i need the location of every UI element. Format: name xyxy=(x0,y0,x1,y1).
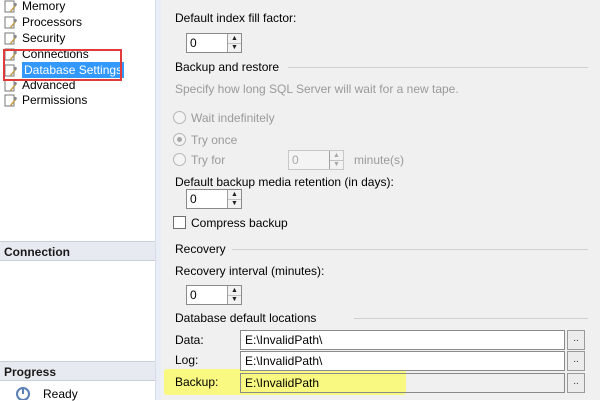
spin-up-icon[interactable]: ▲ xyxy=(330,151,343,160)
sidebar-item-memory[interactable]: Memory xyxy=(4,0,65,14)
wrench-page-icon xyxy=(4,94,17,106)
backup-restore-description: Specify how long SQL Server will wait fo… xyxy=(175,82,459,96)
data-location-label: Data: xyxy=(175,333,204,347)
progress-ready-icon xyxy=(16,387,30,400)
spin-up-icon[interactable]: ▲ xyxy=(228,34,241,43)
recovery-interval-value[interactable]: 0 xyxy=(187,286,227,304)
progress-section-header: Progress xyxy=(0,361,155,381)
log-location-field[interactable]: E:\InvalidPath\ xyxy=(240,351,565,371)
compress-backup-label: Compress backup xyxy=(191,216,288,230)
sidebar-item-label: Advanced xyxy=(22,78,76,92)
sidebar-item-security[interactable]: Security xyxy=(4,30,65,46)
retention-value[interactable]: 0 xyxy=(187,190,227,208)
sidebar-item-label: Database Settings xyxy=(22,62,125,78)
wrench-page-icon xyxy=(4,16,17,28)
spin-down-icon[interactable]: ▼ xyxy=(330,159,343,170)
spin-up-icon[interactable]: ▲ xyxy=(228,286,241,295)
try-for-radio[interactable] xyxy=(173,153,186,166)
fill-factor-label: Default index fill factor: xyxy=(175,11,297,25)
try-for-stepper[interactable]: 0 ▲ ▼ xyxy=(288,150,344,170)
log-location-label: Log: xyxy=(175,353,199,367)
try-once-label: Try once xyxy=(191,133,238,147)
recovery-header: Recovery xyxy=(175,242,226,256)
group-divider xyxy=(288,67,588,68)
compress-backup-checkbox[interactable] xyxy=(173,216,186,229)
spin-up-icon[interactable]: ▲ xyxy=(228,190,241,199)
group-divider xyxy=(354,318,588,319)
progress-status: Ready xyxy=(43,387,78,401)
spin-down-icon[interactable]: ▼ xyxy=(228,42,241,53)
retention-label: Default backup media retention (in days)… xyxy=(175,175,394,189)
backup-restore-header: Backup and restore xyxy=(175,60,280,74)
spin-down-icon[interactable]: ▼ xyxy=(228,198,241,209)
backup-browse-button[interactable]: .. xyxy=(567,373,585,393)
locations-header: Database default locations xyxy=(175,311,317,325)
recovery-interval-stepper[interactable]: 0 ▲ ▼ xyxy=(186,285,242,305)
try-for-unit: minute(s) xyxy=(354,153,405,167)
sidebar-item-advanced[interactable]: Advanced xyxy=(4,77,75,93)
wrench-page-icon xyxy=(4,48,17,60)
wrench-page-icon xyxy=(4,79,17,91)
sidebar-item-processors[interactable]: Processors xyxy=(4,14,82,30)
data-browse-button[interactable]: .. xyxy=(567,330,585,350)
wait-indefinitely-label: Wait indefinitely xyxy=(191,111,275,125)
retention-stepper[interactable]: 0 ▲ ▼ xyxy=(186,189,242,209)
log-browse-button[interactable]: .. xyxy=(567,351,585,371)
group-divider xyxy=(232,249,588,250)
sidebar-item-label: Connections xyxy=(22,47,89,61)
fill-factor-stepper[interactable]: 0 ▲ ▼ xyxy=(186,33,242,53)
data-location-field[interactable]: E:\InvalidPath\ xyxy=(240,330,565,350)
sidebar-item-connections[interactable]: Connections xyxy=(4,46,89,62)
fill-factor-value[interactable]: 0 xyxy=(187,34,227,52)
backup-location-field[interactable]: E:\InvalidPath xyxy=(240,373,565,393)
wrench-page-icon xyxy=(4,0,17,12)
sidebar-item-permissions[interactable]: Permissions xyxy=(4,92,87,108)
backup-location-label: Backup: xyxy=(175,375,219,389)
wrench-page-icon xyxy=(4,32,17,44)
spin-down-icon[interactable]: ▼ xyxy=(228,294,241,305)
wait-indefinitely-radio[interactable] xyxy=(173,111,186,124)
try-for-label: Try for xyxy=(191,153,226,167)
sidebar-item-label: Memory xyxy=(22,0,66,13)
wrench-page-icon xyxy=(4,64,17,76)
try-once-radio[interactable] xyxy=(173,133,186,146)
recovery-interval-label: Recovery interval (minutes): xyxy=(175,264,325,278)
sidebar-item-label: Processors xyxy=(22,15,83,29)
sidebar-item-label: Permissions xyxy=(22,93,88,107)
try-for-value[interactable]: 0 xyxy=(289,151,329,169)
settings-sidebar: Memory Processors Security Connections D… xyxy=(0,0,155,401)
connection-section-header: Connection xyxy=(0,241,155,261)
sidebar-item-database-settings[interactable]: Database Settings xyxy=(4,62,125,78)
sidebar-item-label: Security xyxy=(22,31,66,45)
